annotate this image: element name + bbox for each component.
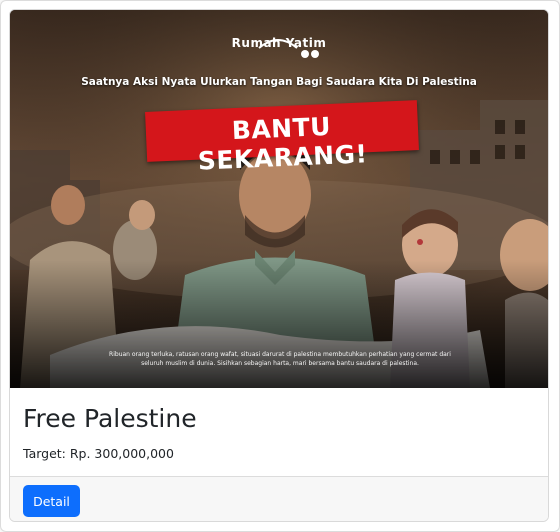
campaign-banner-image[interactable]: Rumah Yatim Saatnya Aksi Nyata Ulurkan T… bbox=[10, 10, 548, 388]
detail-button[interactable]: Detail bbox=[23, 485, 80, 517]
banner-tagline: Saatnya Aksi Nyata Ulurkan Tangan Bagi S… bbox=[81, 76, 477, 88]
banner-caption: Ribuan orang terluka, ratusan orang wafa… bbox=[109, 351, 451, 367]
campaign-target: Target: Rp. 300,000,000 bbox=[23, 446, 174, 461]
card-footer: Detail bbox=[10, 476, 548, 521]
banner-cta-text: BANTU SEKARANG! bbox=[197, 111, 369, 176]
banner-artwork bbox=[10, 10, 548, 388]
campaign-title: Free Palestine bbox=[23, 404, 197, 433]
banner-logo-text: Rumah Yatim bbox=[231, 36, 327, 50]
campaign-card: Rumah Yatim Saatnya Aksi Nyata Ulurkan T… bbox=[9, 9, 549, 522]
card-body: Free Palestine Target: Rp. 300,000,000 bbox=[10, 388, 548, 476]
